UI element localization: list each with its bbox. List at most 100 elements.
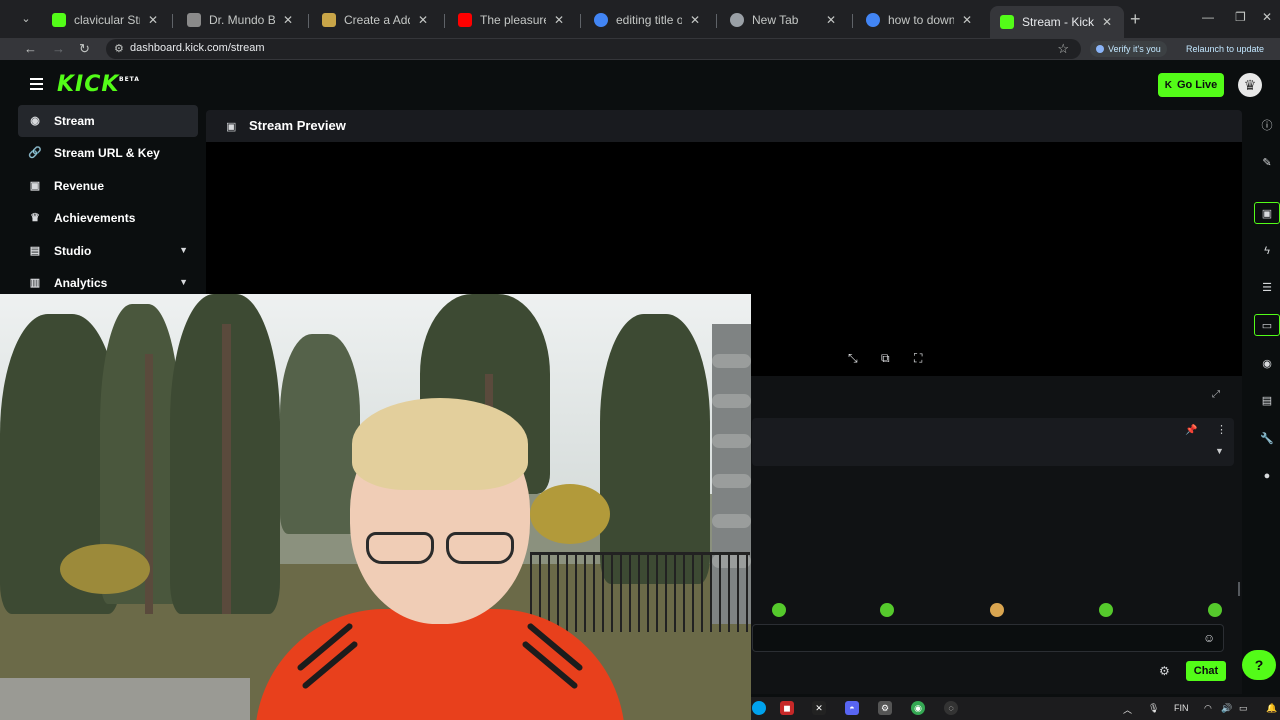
chat-send-button[interactable]: Chat: [1186, 661, 1226, 681]
eye-icon[interactable]: ◉: [1254, 353, 1280, 375]
mic-icon[interactable]: 🎙: [1148, 703, 1159, 714]
browser-tab[interactable]: how to download m ✕: [856, 6, 984, 34]
browser-tab-active[interactable]: Stream - Kick Dashb ✕: [990, 6, 1124, 38]
youtube-favicon-icon: [458, 13, 472, 27]
go-live-button[interactable]: K Go Live: [1158, 73, 1224, 97]
sidebar-item-studio[interactable]: ▤ Studio ▼: [18, 235, 198, 267]
info-icon[interactable]: ⓘ: [1254, 115, 1280, 137]
new-tab-button[interactable]: +: [1130, 10, 1141, 28]
discord-icon[interactable]: ◓: [845, 701, 859, 715]
chart-icon: ▥: [29, 277, 41, 289]
emote-icon[interactable]: [772, 603, 786, 617]
google-favicon-icon: [866, 13, 880, 27]
close-tab-icon[interactable]: ✕: [146, 13, 160, 27]
bookmark-star-icon[interactable]: ☆: [1057, 41, 1069, 57]
wifi-icon[interactable]: ◠: [1204, 703, 1212, 714]
browser-tab[interactable]: Dr. Mundo Build - Le ✕: [177, 6, 305, 34]
volume-icon[interactable]: 🔊: [1221, 703, 1232, 714]
close-tab-icon[interactable]: ✕: [552, 13, 566, 27]
chat-input[interactable]: ☺: [752, 624, 1224, 652]
avatar[interactable]: ♛: [1238, 73, 1262, 97]
more-options-icon[interactable]: ⋮: [1216, 423, 1227, 436]
settings-icon[interactable]: ⚙: [878, 701, 892, 715]
fullscreen-icon[interactable]: ⛶: [914, 351, 922, 366]
tab-search-icon[interactable]: ⌄: [18, 11, 34, 27]
preview-panel-icon[interactable]: ▣: [1254, 202, 1280, 224]
money-icon: ▣: [29, 180, 41, 192]
sidebar-item-achievements[interactable]: ♛ Achievements: [18, 202, 198, 234]
edit-icon[interactable]: ✎: [1254, 152, 1280, 174]
popout-icon[interactable]: ⧉: [881, 351, 890, 366]
language-indicator[interactable]: FIN: [1174, 703, 1189, 713]
sidebar-item-revenue[interactable]: ▣ Revenue: [18, 170, 198, 202]
preview-icon: ▣: [226, 121, 237, 133]
chat-panel-icon[interactable]: ▭: [1254, 314, 1280, 336]
list-icon[interactable]: ☰: [1254, 277, 1280, 299]
pin-icon[interactable]: 📌: [1185, 425, 1197, 436]
chat-scrollbar[interactable]: [1238, 582, 1240, 596]
chevron-down-icon[interactable]: ▼: [1215, 446, 1224, 456]
gear-icon[interactable]: ⚙: [1159, 664, 1170, 678]
kick-favicon-icon: [52, 13, 66, 27]
kick-logo[interactable]: KICK BETA: [57, 72, 139, 97]
forward-icon[interactable]: →: [52, 41, 65, 56]
emoji-icon[interactable]: ☺: [1203, 631, 1215, 645]
back-icon[interactable]: ←: [24, 41, 37, 56]
address-bar[interactable]: ⚙ dashboard.kick.com/stream ☆: [106, 39, 1081, 59]
url-text: dashboard.kick.com/stream: [130, 42, 265, 54]
notification-icon[interactable]: 🔔: [1266, 703, 1277, 714]
app-icon[interactable]: ◌: [944, 701, 958, 715]
browser-tab[interactable]: editing title on kick s ✕: [584, 6, 712, 34]
emote-icon[interactable]: [880, 603, 894, 617]
shrink-icon[interactable]: ⤡: [848, 351, 858, 366]
sidebar-item-stream-url-key[interactable]: 🔗 Stream URL & Key: [18, 137, 198, 169]
kick-favicon-icon: [1000, 15, 1014, 29]
glasses: [360, 532, 520, 566]
support-chat-icon[interactable]: ?: [1242, 650, 1276, 680]
close-tab-icon[interactable]: ✕: [281, 13, 295, 27]
browser-tab[interactable]: clavicular Stream - W ✕: [42, 6, 170, 34]
close-tab-icon[interactable]: ✕: [824, 13, 838, 27]
emote-icon[interactable]: [1208, 603, 1222, 617]
chevron-down-icon: ▼: [179, 245, 188, 255]
app-icon[interactable]: ◼: [780, 701, 794, 715]
profile-dot-icon: [1096, 45, 1104, 53]
app-icon[interactable]: ✕: [812, 701, 826, 715]
verify-button[interactable]: Verify it's you: [1090, 41, 1167, 57]
menu-icon[interactable]: [30, 78, 43, 90]
browser-tab[interactable]: Create a Addiction T ✕: [312, 6, 440, 34]
tray-chevron-icon[interactable]: ︿: [1123, 703, 1132, 716]
browser-toolbar: ← → ↻ ⚙ dashboard.kick.com/stream ☆ Veri…: [0, 38, 1280, 60]
relaunch-button[interactable]: Relaunch to update: [1180, 41, 1270, 57]
kick-k-icon: K: [1164, 79, 1172, 91]
site-favicon-icon: [187, 13, 201, 27]
lightning-icon[interactable]: ϟ: [1254, 240, 1280, 262]
browser-tab[interactable]: The pleasure trap: D ✕: [448, 6, 576, 34]
minimize-icon[interactable]: —: [1202, 10, 1214, 24]
eye-icon: ◉: [30, 115, 40, 127]
reload-icon[interactable]: ↻: [79, 41, 90, 57]
browser-tabstrip: ⌄ clavicular Stream - W ✕ Dr. Mundo Buil…: [0, 0, 1280, 38]
emote-icon[interactable]: [1099, 603, 1113, 617]
site-info-icon[interactable]: ⚙: [114, 42, 124, 55]
chrome-icon[interactable]: ◉: [911, 701, 925, 715]
edge-icon[interactable]: [752, 701, 766, 715]
sidebar-item-stream[interactable]: ◉ Stream: [18, 105, 198, 137]
wrench-icon[interactable]: 🔧: [1254, 428, 1280, 450]
layers-icon[interactable]: ▤: [1254, 390, 1280, 412]
site-favicon-icon: [322, 13, 336, 27]
expand-chat-icon[interactable]: ⤢: [1212, 389, 1220, 400]
close-tab-icon[interactable]: ✕: [416, 13, 430, 27]
restore-icon[interactable]: ❐: [1235, 10, 1246, 24]
close-tab-icon[interactable]: ✕: [688, 13, 702, 27]
users-icon[interactable]: ●: [1254, 465, 1280, 487]
battery-icon[interactable]: ▭: [1239, 703, 1248, 714]
close-tab-icon[interactable]: ✕: [1100, 15, 1114, 29]
emote-icon[interactable]: [990, 603, 1004, 617]
close-window-icon[interactable]: ✕: [1262, 10, 1272, 24]
close-tab-icon[interactable]: ✕: [960, 13, 974, 27]
chevron-down-icon: ▼: [179, 277, 188, 287]
taskbar: ◼ ✕ ◓ ⚙ ◉ ◌ ︿ 🎙 FIN ◠ 🔊 ▭ 🔔: [751, 697, 1280, 720]
browser-tab[interactable]: New Tab ✕: [720, 6, 848, 34]
trophy-icon: ♛: [30, 212, 40, 224]
